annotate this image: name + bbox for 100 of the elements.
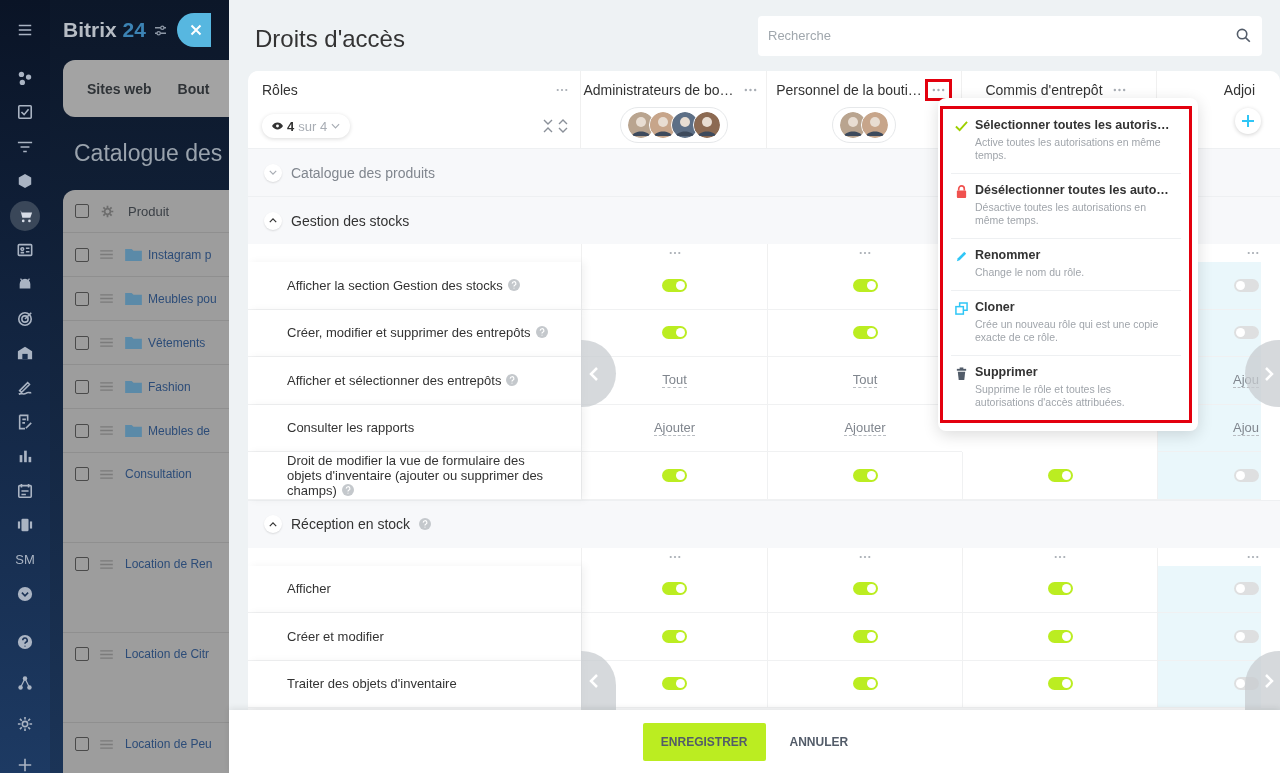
drag-handle-icon[interactable]	[100, 740, 113, 749]
toggle-switch[interactable]	[852, 629, 878, 643]
value-link[interactable]: Tout	[852, 372, 878, 389]
contact-card-icon[interactable]	[17, 241, 33, 258]
checkbox[interactable]	[75, 204, 89, 218]
document-edit-icon[interactable]	[17, 413, 33, 430]
product-link[interactable]: Location de Peu	[125, 737, 212, 751]
more-icon[interactable]	[1247, 554, 1259, 559]
active-nav-button[interactable]	[10, 200, 40, 231]
value-link[interactable]: Ajouter	[844, 419, 886, 436]
toggle-switch[interactable]	[662, 629, 687, 643]
video-icon[interactable]	[17, 517, 33, 534]
product-link[interactable]: Consultation	[125, 467, 192, 481]
drag-handle-icon[interactable]	[100, 470, 113, 479]
menu-item[interactable]: Désélectionner toutes les auto…	[975, 183, 1171, 197]
checkbox[interactable]	[75, 737, 89, 751]
settings-icon[interactable]	[17, 715, 33, 732]
visible-roles-filter[interactable]: 4 sur 4	[262, 114, 351, 138]
toggle-switch[interactable]	[1234, 278, 1259, 292]
search-field[interactable]: Recherche	[758, 15, 1262, 56]
value-link[interactable]: Tout	[662, 372, 687, 389]
toggle-switch[interactable]	[662, 278, 687, 292]
section-title[interactable]: Réception en stock	[291, 516, 411, 532]
drag-handle-icon[interactable]	[100, 560, 113, 569]
value-link[interactable]: Ajou	[1232, 419, 1259, 436]
more-icon[interactable]	[859, 251, 871, 255]
target-icon[interactable]	[17, 310, 33, 327]
toggle-switch[interactable]	[662, 582, 687, 596]
plus-icon[interactable]	[17, 756, 33, 773]
network-icon[interactable]	[17, 674, 33, 691]
toggle-switch[interactable]	[852, 278, 878, 292]
menu-item[interactable]: Sélectionner toutes les autoris…	[975, 118, 1171, 132]
collapse-icon[interactable]	[543, 119, 553, 133]
toggle-switch[interactable]	[1234, 326, 1259, 340]
more-icon[interactable]	[859, 554, 871, 559]
toggle-switch[interactable]	[1234, 582, 1259, 596]
toggle-switch[interactable]	[852, 677, 878, 691]
toggle-switch[interactable]	[852, 468, 878, 482]
dots-cluster-icon[interactable]	[17, 70, 33, 86]
product-link[interactable]: Location de Citr	[125, 647, 210, 661]
drag-handle-icon[interactable]	[100, 426, 113, 435]
signature-icon[interactable]	[17, 379, 33, 396]
menu-item[interactable]: Supprimer	[975, 365, 1171, 379]
sidebar-label-button[interactable]: SM	[10, 544, 40, 575]
section-title[interactable]: Gestion des stocks	[291, 212, 410, 229]
menu-icon[interactable]	[17, 22, 33, 38]
add-button[interactable]	[1235, 108, 1261, 134]
product-link[interactable]: Meubles de	[148, 423, 211, 438]
expand-toggle[interactable]	[264, 515, 282, 533]
product-link[interactable]: Meubles pou	[148, 291, 217, 306]
toggle-switch[interactable]	[662, 468, 687, 482]
save-button[interactable]: ENREGISTRER	[642, 722, 766, 761]
bar-chart-icon[interactable]	[17, 448, 33, 465]
cube-icon[interactable]	[17, 173, 33, 190]
checkbox[interactable]	[75, 557, 89, 571]
toggle-switch[interactable]	[852, 326, 878, 340]
product-link[interactable]: Location de Ren	[125, 557, 213, 571]
toggle-switch[interactable]	[662, 326, 687, 340]
cancel-button[interactable]: ANNULER	[771, 722, 867, 761]
toggle-switch[interactable]	[1234, 468, 1259, 482]
more-icon[interactable]	[1247, 251, 1259, 255]
toggle-switch[interactable]	[1234, 629, 1259, 643]
checkbox[interactable]	[75, 247, 89, 262]
expand-icon[interactable]	[558, 119, 568, 133]
help-icon[interactable]	[17, 633, 33, 650]
checkbox[interactable]	[75, 423, 89, 438]
tab[interactable]: Bout	[177, 80, 210, 97]
product-link[interactable]: Vêtements	[148, 335, 206, 350]
checkbox[interactable]	[75, 647, 89, 661]
expand-toggle[interactable]	[264, 163, 282, 182]
product-link[interactable]: Fashion	[148, 379, 191, 394]
chevron-down-icon[interactable]	[17, 585, 33, 602]
checkbox[interactable]	[75, 467, 89, 481]
product-link[interactable]: Instagram p	[148, 247, 212, 262]
calendar-icon[interactable]	[17, 482, 33, 499]
sliders-icon[interactable]	[153, 24, 167, 36]
toggle-switch[interactable]	[1047, 677, 1073, 691]
tab[interactable]: Sites web	[87, 80, 152, 97]
close-button[interactable]	[176, 13, 211, 47]
toggle-switch[interactable]	[1047, 582, 1073, 596]
toggle-switch[interactable]	[852, 582, 878, 596]
column-header[interactable]: Produit	[128, 203, 170, 219]
more-icon[interactable]	[1054, 554, 1066, 559]
checkbox[interactable]	[75, 379, 89, 394]
more-icon[interactable]	[668, 554, 681, 559]
value-link[interactable]: Ajouter	[653, 419, 696, 436]
toggle-switch[interactable]	[1047, 629, 1073, 643]
building-icon[interactable]	[17, 345, 33, 362]
task-icon[interactable]	[17, 104, 33, 121]
drag-handle-icon[interactable]	[100, 338, 113, 347]
more-icon[interactable]	[668, 251, 681, 255]
toggle-switch[interactable]	[1047, 468, 1073, 482]
drag-handle-icon[interactable]	[100, 250, 113, 259]
drag-handle-icon[interactable]	[100, 294, 113, 303]
drag-handle-icon[interactable]	[100, 382, 113, 391]
search-icon[interactable]	[1236, 27, 1251, 43]
expand-toggle[interactable]	[264, 211, 282, 230]
menu-item[interactable]: Renommer	[975, 248, 1171, 262]
checkbox[interactable]	[75, 335, 89, 350]
checkbox[interactable]	[75, 291, 89, 306]
